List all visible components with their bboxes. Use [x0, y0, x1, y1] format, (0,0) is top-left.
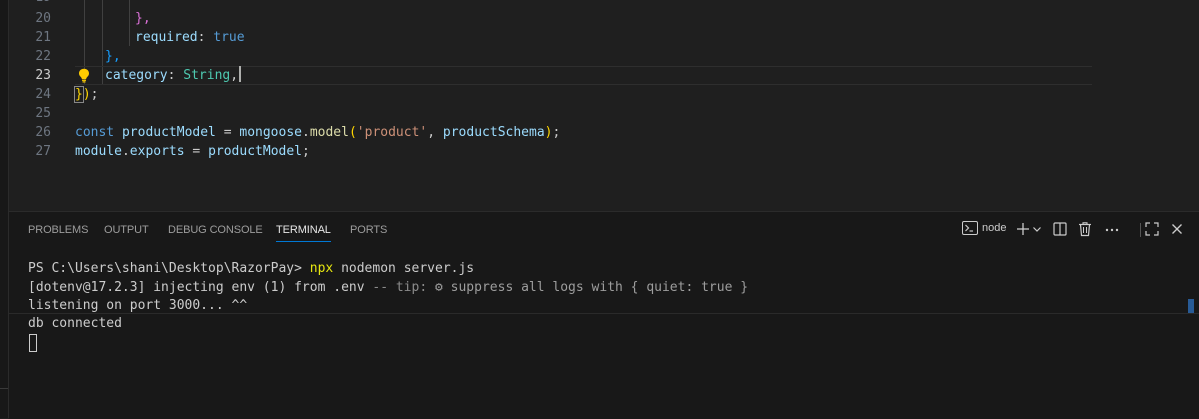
paren: (: [348, 125, 357, 140]
terminal-cursor: [29, 334, 37, 352]
dotenv-message: [dotenv@17.2.3] injecting env (1) from .…: [28, 280, 373, 295]
dot: .: [121, 144, 130, 159]
brace: }: [74, 86, 84, 103]
code-line: 20 },: [9, 9, 1190, 28]
maximize-icon[interactable]: [1144, 221, 1160, 237]
line-number: 26: [35, 125, 51, 140]
tab-ports[interactable]: PORTS: [350, 224, 387, 236]
text-cursor: [239, 66, 242, 82]
dotenv-tip-text: suppress all logs with { quiet: true }: [442, 280, 749, 295]
code-line: 21 required: true: [9, 28, 1190, 47]
line-number: 24: [35, 87, 51, 102]
line-number: 19: [9, 0, 51, 7]
terminal-output-line: listening on port 3000... ^^: [28, 298, 248, 313]
close-icon[interactable]: [1169, 221, 1185, 237]
type-name: String: [183, 68, 231, 83]
scrollbar-marker[interactable]: [1188, 299, 1194, 313]
code-text: required: true: [135, 28, 245, 47]
operator: =: [184, 144, 209, 159]
line-number: 21: [35, 30, 51, 45]
brace: },: [135, 11, 151, 26]
keyword: const: [75, 125, 115, 140]
code-line: 27 module.exports = productModel;: [9, 142, 1190, 161]
object-name: module: [75, 144, 122, 159]
activity-bar: [0, 0, 9, 418]
object-name: mongoose: [239, 125, 302, 140]
command-args: nodemon server.js: [333, 261, 475, 276]
gear-icon: ⚙: [435, 280, 443, 295]
terminal-prompt-line: PS C:\Users\shani\Desktop\RazorPay> npx …: [28, 260, 474, 277]
property-name: required: [135, 30, 198, 45]
split-icon[interactable]: [1052, 221, 1068, 237]
code-line: 19: [9, 0, 1190, 7]
chevron-down-icon[interactable]: [1031, 221, 1043, 237]
colon: :: [197, 30, 214, 45]
terminal[interactable]: PS C:\Users\shani\Desktop\RazorPay> npx …: [9, 248, 1199, 419]
code-line: 26 const productModel = mongoose.model('…: [9, 123, 1190, 142]
terminal-icon: [962, 221, 978, 235]
lightbulb-icon[interactable]: [78, 68, 90, 83]
code-line-active: 23 category: String,: [9, 66, 1190, 85]
command-npx: npx: [309, 261, 334, 276]
line-number: 22: [35, 49, 51, 64]
semicolon: ;: [90, 87, 99, 102]
semicolon: ;: [552, 125, 561, 140]
argument-name: productSchema: [442, 125, 545, 140]
line-number: 27: [35, 144, 51, 159]
colon: :: [167, 68, 184, 83]
tab-problems[interactable]: PROBLEMS: [28, 224, 88, 236]
code-text: const productModel = mongoose.model('pro…: [75, 123, 560, 142]
code-text: category: String,: [105, 66, 242, 85]
variable-name: productModel: [121, 125, 216, 140]
property-name: category: [105, 68, 168, 83]
line-number: 23: [35, 68, 51, 83]
comma: ,: [230, 68, 239, 83]
variable-name: productModel: [208, 144, 302, 159]
terminal-output-line: [dotenv@17.2.3] injecting env (1) from .…: [28, 279, 748, 296]
code-text: },: [105, 47, 121, 66]
paren: ): [82, 87, 91, 102]
string-literal: 'product': [356, 125, 428, 140]
dot: .: [302, 125, 310, 140]
panel-tabs: PROBLEMS OUTPUT DEBUG CONSOLE TERMINAL P…: [9, 212, 1199, 248]
property-name: exports: [129, 144, 185, 159]
code-text: });: [74, 85, 99, 104]
terminal-name: node: [982, 222, 1007, 234]
code-line: 25: [9, 104, 1190, 123]
toolbar-separator: [1140, 223, 1141, 237]
more-icon[interactable]: [1104, 221, 1120, 237]
tab-debug-console[interactable]: DEBUG CONSOLE: [168, 224, 263, 236]
function-name: model: [309, 125, 349, 140]
trash-icon[interactable]: [1077, 221, 1093, 237]
code-editor[interactable]: 19 20 }, 21 required: true 22 }, 23 cate…: [9, 0, 1199, 212]
comma: ,: [427, 125, 443, 140]
code-line: 22 },: [9, 47, 1190, 66]
code-text: module.exports = productModel;: [75, 142, 310, 161]
boolean-value: true: [213, 30, 245, 45]
bottom-panel: PROBLEMS OUTPUT DEBUG CONSOLE TERMINAL P…: [9, 211, 1199, 419]
line-number: 20: [35, 11, 51, 26]
plus-icon[interactable]: [1015, 221, 1031, 237]
line-number: 25: [35, 106, 51, 121]
dotenv-tip-label: -- tip:: [372, 280, 435, 295]
terminal-output-line: db connected: [28, 316, 122, 331]
prompt-path: PS C:\Users\shani\Desktop\RazorPay>: [28, 261, 310, 276]
code-text: },: [135, 9, 151, 28]
tab-output[interactable]: OUTPUT: [104, 224, 149, 236]
divider: [0, 388, 8, 389]
tab-terminal-label: TERMINAL: [276, 224, 331, 236]
terminal-selector[interactable]: node: [962, 221, 1006, 235]
brace: },: [105, 49, 121, 64]
semicolon: ;: [302, 144, 310, 159]
tab-terminal[interactable]: TERMINAL: [276, 224, 331, 242]
code-line: 24 });: [9, 85, 1190, 104]
operator: =: [215, 125, 240, 140]
active-tab-indicator: [276, 241, 331, 242]
